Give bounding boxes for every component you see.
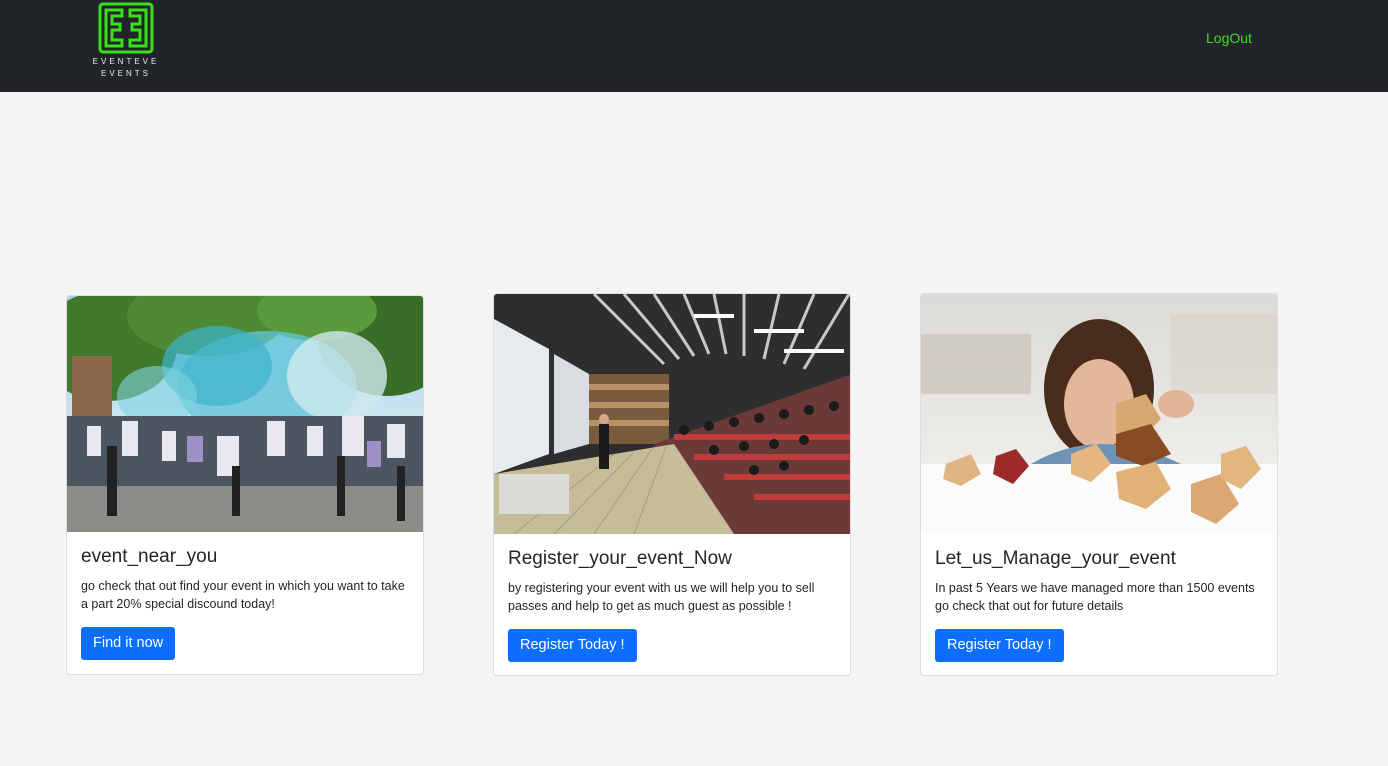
- register-today-button[interactable]: Register Today !: [508, 629, 637, 662]
- logout-link[interactable]: LogOut: [1206, 30, 1252, 46]
- top-navbar: EVENTEVE EVENTS LogOut: [0, 0, 1388, 92]
- card-title: Register_your_event_Now: [508, 548, 732, 569]
- card-text: by registering your event with us we wil…: [508, 581, 815, 613]
- find-it-now-button[interactable]: Find it now: [81, 627, 176, 660]
- card-text: go check that out find your event in whi…: [81, 579, 405, 611]
- register-today-button[interactable]: Register Today !: [935, 629, 1064, 662]
- card-body: event_near_you go check that out find yo…: [67, 532, 423, 660]
- event-card-manage: Let_us_Manage_your_event In past 5 Years…: [920, 293, 1278, 676]
- card-title: Let_us_Manage_your_event: [935, 548, 1176, 569]
- card-text: In past 5 Years we have managed more tha…: [935, 581, 1255, 613]
- logo-icon: [98, 2, 154, 54]
- brand-logo[interactable]: EVENTEVE EVENTS: [88, 0, 164, 84]
- child-wooden-blocks-photo: [921, 294, 1277, 534]
- brand-name-line2: EVENTS: [100, 69, 151, 78]
- crowd-festival-photo: [67, 296, 423, 532]
- brand-name-line1: EVENTEVE: [92, 57, 160, 66]
- card-title: event_near_you: [81, 546, 218, 567]
- card-body: Let_us_Manage_your_event In past 5 Years…: [921, 534, 1277, 662]
- lecture-hall-photo: [494, 294, 850, 534]
- event-card-register: Register_your_event_Now by registering y…: [493, 293, 851, 676]
- event-card-near-you: event_near_you go check that out find yo…: [66, 295, 424, 675]
- card-body: Register_your_event_Now by registering y…: [494, 534, 850, 662]
